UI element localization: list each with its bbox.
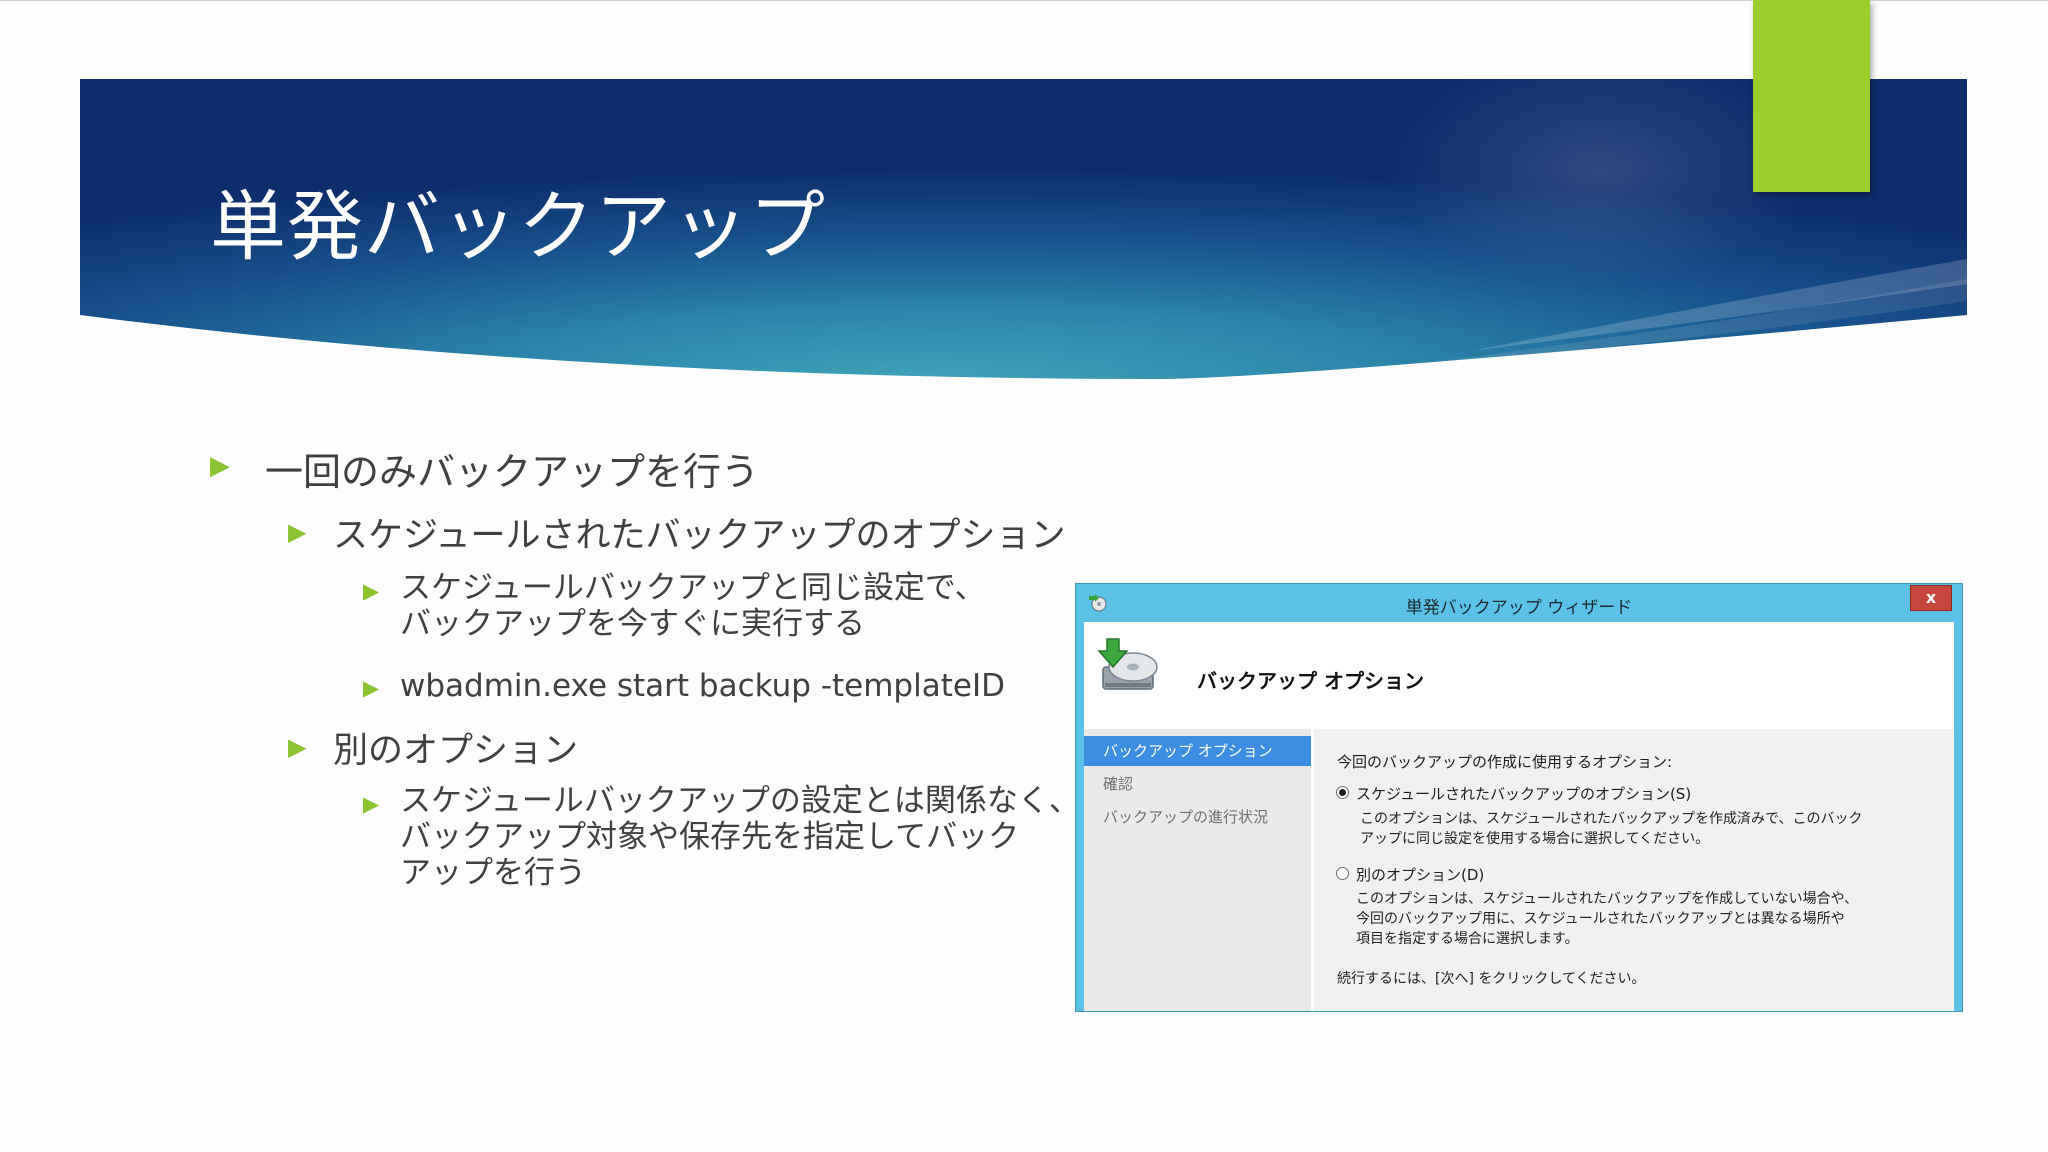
nav-item-progress[interactable]: バックアップの進行状況	[1084, 802, 1311, 832]
bullet-other-option: 別のオプション	[333, 731, 579, 771]
header-title: バックアップ オプション	[1197, 669, 1424, 693]
bullet-same-settings-line1: スケジュールバックアップと同じ設定で、	[400, 570, 986, 606]
dialog-title: 単発バックアップ ウィザード	[1405, 598, 1633, 618]
dialog-titlebar: 単発バックアップ ウィザード x	[1076, 584, 1962, 622]
nav-item-backup-options[interactable]: バックアップ オプション	[1084, 736, 1311, 766]
option-scheduled-desc-line2: アップに同じ設定を使用する場合に選択してください。	[1360, 831, 1710, 847]
dialog-body: バックアップ オプション バックアップ オプション 確認 バックアップの進行状況…	[1084, 622, 1954, 1011]
dialog-header: バックアップ オプション	[1084, 622, 1954, 729]
bullet-custom-settings-line2: バックアップ対象や保存先を指定してバック	[400, 819, 1020, 855]
footer-hint: 続行するには、[次へ] をクリックしてください。	[1337, 971, 1646, 987]
bullet-custom-settings: スケジュールバックアップの設定とは関係なく、 バックアップ対象や保存先を指定して…	[400, 783, 1080, 891]
close-button[interactable]: x	[1910, 585, 1952, 611]
bullet-scheduled-option: スケジュールされたバックアップのオプション	[333, 516, 1066, 556]
option-other-description: このオプションは、スケジュールされたバックアップを作成していない場合や、 今回の…	[1356, 889, 1858, 949]
bullet-same-settings-line2: バックアップを今すぐに実行する	[400, 606, 865, 642]
wizard-content-pane: 今回のバックアップの作成に使用するオプション: スケジュールされたバックアップの…	[1314, 729, 1954, 1011]
option-scheduled-desc-line1: このオプションは、スケジュールされたバックアップを作成済みで、このバック	[1360, 811, 1863, 827]
options-prompt: 今回のバックアップの作成に使用するオプション:	[1337, 753, 1673, 771]
slide: 単発バックアップ ▶ 一回のみバックアップを行う ▶ スケジュールされたバックア…	[0, 0, 2048, 1152]
option-scheduled-description: このオプションは、スケジュールされたバックアップを作成済みで、このバック アップ…	[1360, 809, 1862, 849]
radio-scheduled-option[interactable]	[1336, 786, 1349, 799]
nav-item-label: バックアップ オプション	[1103, 742, 1273, 760]
radio-selected-dot	[1339, 789, 1346, 796]
bullet-same-settings: スケジュールバックアップと同じ設定で、 バックアップを今すぐに実行する	[400, 570, 986, 642]
bullet-arrow-icon: ▶	[288, 518, 307, 546]
bullet-custom-settings-line1: スケジュールバックアップの設定とは関係なく、	[400, 783, 1080, 819]
nav-item-confirm[interactable]: 確認	[1084, 769, 1311, 799]
bullet-arrow-icon: ▶	[288, 733, 307, 761]
slide-title: 単発バックアップ	[210, 182, 826, 271]
nav-item-label: バックアップの進行状況	[1103, 808, 1269, 826]
backup-once-wizard-dialog: 単発バックアップ ウィザード x バックアップ オプション バックアップ オプシ…	[1075, 583, 1963, 1012]
option-scheduled-label[interactable]: スケジュールされたバックアップのオプション(S)	[1356, 783, 1691, 804]
backup-disk-icon	[1097, 638, 1158, 690]
nav-item-label: 確認	[1103, 775, 1134, 793]
bullet-arrow-icon: ▶	[363, 579, 380, 603]
option-other-desc-line2: 今回のバックアップ用に、スケジュールされたバックアップとは異なる場所や	[1356, 911, 1845, 927]
slide-top-edge	[0, 0, 2048, 1]
bullet-wbadmin-command: wbadmin.exe start backup -templateID	[400, 668, 1005, 704]
bullet-one-time-backup: 一回のみバックアップを行う	[265, 450, 760, 494]
bullet-arrow-icon: ▶	[363, 676, 380, 700]
option-other-desc-line1: このオプションは、スケジュールされたバックアップを作成していない場合や、	[1356, 891, 1859, 907]
option-other-desc-line3: 項目を指定する場合に選択します。	[1356, 931, 1579, 947]
radio-other-option[interactable]	[1336, 867, 1349, 880]
bullet-custom-settings-line3: アップを行う	[400, 855, 586, 891]
option-other-label[interactable]: 別のオプション(D)	[1356, 864, 1484, 885]
bullet-arrow-icon: ▶	[363, 792, 380, 816]
bullet-arrow-icon: ▶	[210, 451, 230, 481]
accent-tab	[1753, 0, 1870, 192]
wizard-nav-pane: バックアップ オプション 確認 バックアップの進行状況	[1084, 729, 1314, 1011]
